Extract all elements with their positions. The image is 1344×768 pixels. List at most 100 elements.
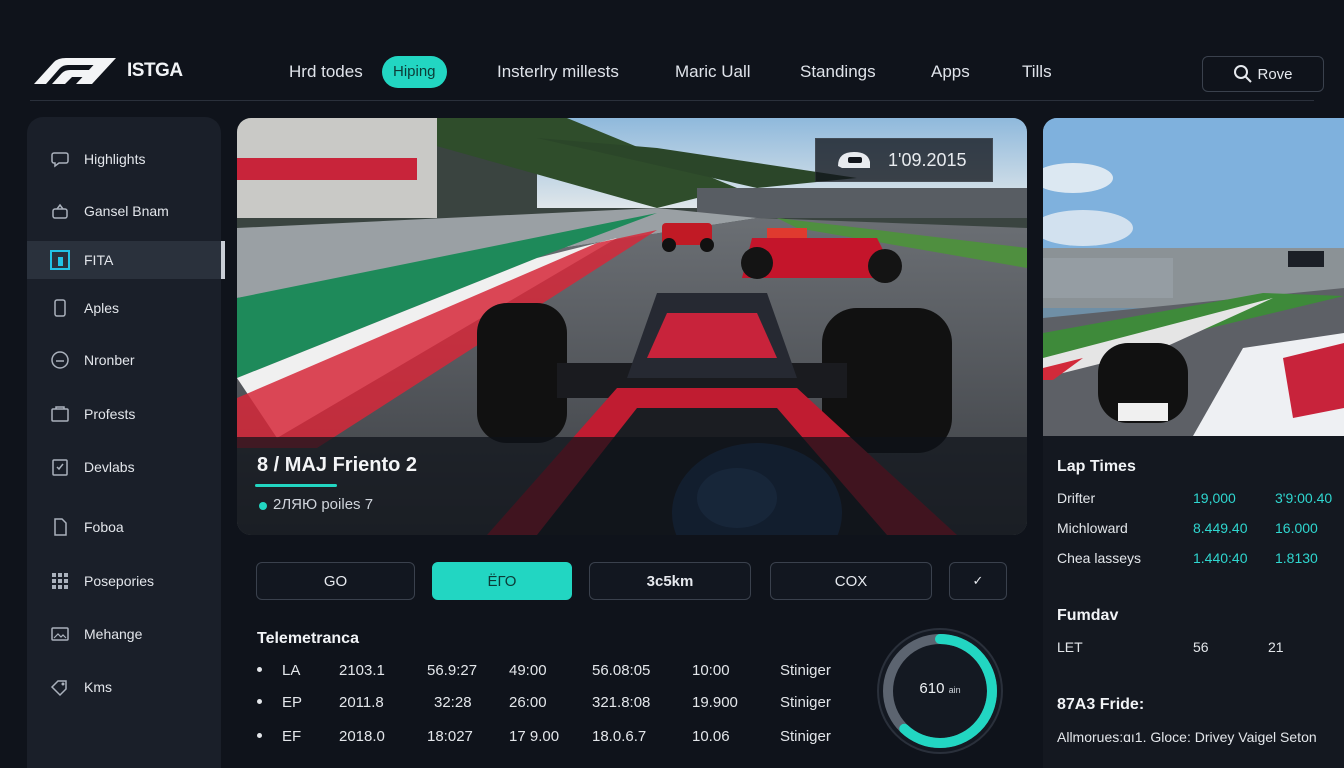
sidebar-item-label: FITA [84,252,114,268]
lap-row[interactable]: Michloward 8.449.40 16.000 [1057,520,1344,540]
nav-item-7[interactable]: Tills [1022,56,1052,88]
table-row[interactable]: EP 2011.8 32:28 26:00 321.8:08 19.900 St… [255,694,855,714]
table-cell: LA [282,662,301,679]
table-cell: 17 9.00 [509,728,560,745]
action-button-primary[interactable]: ЁГО [432,562,572,600]
table-cell: 321.8:08 [592,694,651,711]
sidebar-item-label: Nronber [84,352,135,368]
table-cell: 10.06 [692,728,730,745]
sidebar-item-label: Kms [84,679,112,695]
table-cell: 2011.8 [339,694,384,711]
video-subtitle: 2ЛЯЮ poiles 7 [273,496,374,513]
sidebar-item-active[interactable]: FITA [27,241,225,279]
lap-value-b: 3'9:00.40 [1275,490,1333,506]
lap-timer-text: 1'09.2015 [888,149,967,170]
table-cell: 2018.0 [339,728,385,745]
nav-item-1[interactable]: Hrd todes [289,56,363,88]
document-check-icon [49,456,71,478]
sidebar-item-label: Gansel Bnam [84,203,169,219]
sidebar-item-label: Profests [84,406,136,422]
sidebar-item-2[interactable]: Gansel Bnam [27,192,221,230]
driver-name: Drifter [1057,490,1096,506]
f1-logo-icon[interactable] [32,56,116,86]
race-video-player[interactable]: 1'09.2015 8 / MAJ Friento 2 2ЛЯЮ poiles … [237,118,1027,535]
table-cell: 26:00 [509,694,547,711]
nav-item-apps[interactable]: Apps [931,56,970,88]
phone-icon [49,297,71,319]
lap-row[interactable]: Chea lasseys 1.440:40 1.8130 [1057,550,1344,570]
sidebar-item-label: Highlights [84,151,146,167]
nav-item-4[interactable]: Maric Uall [675,56,751,88]
lap-value-b: 16.000 [1275,520,1318,536]
race-thumbnail-image [1043,118,1344,436]
gauge-icon [49,349,71,371]
sidebar-item-6[interactable]: Profests [27,395,221,433]
table-cell: 56.08:05 [592,662,651,679]
lap-row[interactable]: Drifter 19,000 3'9:00.40 [1057,490,1344,510]
live-dot-icon [259,502,267,510]
sidebar-item-label: Devlabs [84,459,135,475]
stat-label: LET [1057,639,1083,655]
image-icon [49,623,71,645]
file-icon [49,516,71,538]
bullet-icon [257,699,262,704]
sidebar-item-label: Foboa [84,519,124,535]
lap-timer-badge: 1'09.2015 [815,138,993,182]
sidebar-item-9[interactable]: Posepories [27,562,221,600]
table-row[interactable]: EF 2018.0 18:027 17 9.00 18.0.6.7 10.06 … [255,728,855,748]
nav-item-3[interactable]: Insterlry millests [497,56,619,88]
driver-name: Michloward [1057,520,1128,536]
table-row[interactable]: LA 2103.1 56.9:27 49:00 56.08:05 10:00 S… [255,662,855,682]
video-title: 8 / MAJ Friento 2 [257,454,418,476]
table-cell: 49:00 [509,662,547,679]
action-button-distance[interactable]: 3c5km [589,562,751,600]
stats-panel [1043,436,1344,768]
helmet-icon [838,152,870,168]
chat-bubble-icon [49,148,71,170]
sidebar-item-label: Aples [84,300,120,316]
nav-item-standings[interactable]: Standings [800,56,876,88]
table-cell: 56.9:27 [427,662,478,679]
table-cell: Stiniger [780,728,831,745]
sidebar-item-label: Mehange [84,626,143,642]
section-title: 87A3 Fride: [1057,696,1145,713]
table-cell: 18.0.6.7 [592,728,647,745]
search-label: Rove [1257,65,1293,83]
sidebar-item-7[interactable]: Devlabs [27,448,221,486]
sidebar-item-10[interactable]: Mehange [27,615,221,653]
bullet-icon [257,733,262,738]
table-cell: Stiniger [780,662,831,679]
lap-value-a: 19,000 [1193,490,1236,506]
sidebar-item-11[interactable]: Kms [27,668,221,706]
grid-icon [49,570,71,592]
gauge-readout: 610 ain [876,680,1004,697]
nav-item-active[interactable]: Hiping [382,56,447,88]
sidebar-item-4[interactable]: Aples [27,289,221,327]
table-cell: Stiniger [780,694,831,711]
bullet-icon [257,667,262,672]
sidebar-item-highlights[interactable]: Highlights [27,140,221,178]
sidebar: Highlights Gansel Bnam FITA Aples Nronbe… [27,117,225,768]
top-header: ISTGA Hrd todes Hiping Insterlry millest… [0,0,1344,102]
secondary-video-thumbnail[interactable] [1043,118,1344,436]
telemetry-title: Telemetranca [257,630,359,647]
sidebar-item-8[interactable]: Foboa [27,508,221,546]
lap-value-b: 1.8130 [1275,550,1318,566]
table-cell: 19.900 [692,694,738,711]
lap-value-a: 1.440:40 [1193,550,1248,566]
sidebar-item-label: Posepories [84,573,155,589]
tag-icon [49,676,71,698]
driver-name: Chea lasseys [1057,550,1142,566]
confirm-check-button[interactable]: ✓ [949,562,1007,600]
search-button[interactable]: Rove [1202,56,1324,92]
sidebar-item-5[interactable]: Nronber [27,341,221,379]
search-icon [1234,65,1253,83]
square-grid-icon [49,249,71,271]
table-cell: 10:00 [692,662,730,679]
gauge-value: 610 [919,680,945,697]
stat-value: 56 [1193,639,1209,655]
table-cell: 18:027 [427,728,473,745]
lap-value-a: 8.449.40 [1193,520,1248,536]
action-button-cox[interactable]: COX [770,562,932,600]
action-button-go[interactable]: GO [256,562,415,600]
